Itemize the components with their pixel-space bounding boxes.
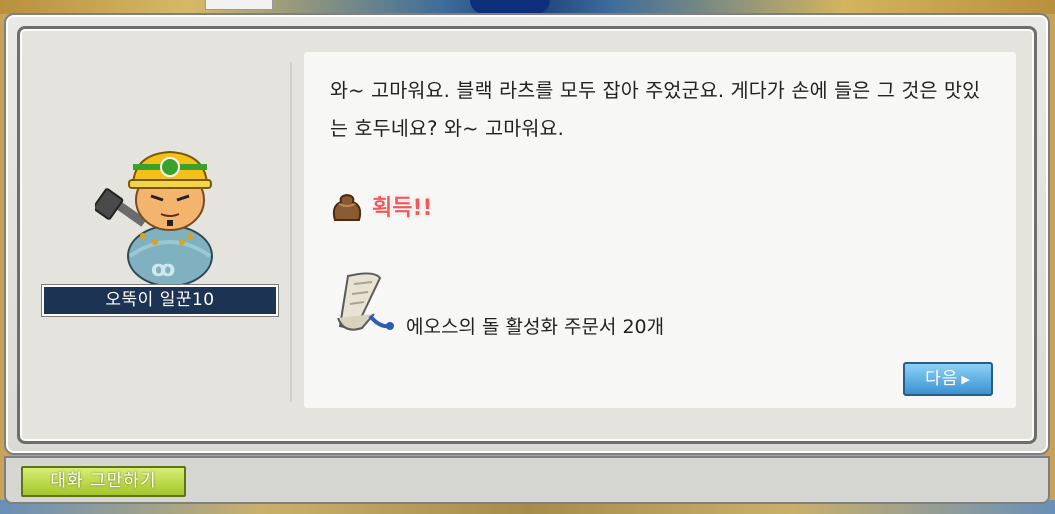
scroll-icon [337, 272, 394, 331]
panel-divider [290, 62, 292, 402]
game-background-sign [205, 0, 273, 10]
dialog-message: 와~ 고마워요. 블랙 라츠를 모두 잡아 주었군요. 게다가 손에 들은 그 … [330, 79, 981, 140]
svg-text:ꝏ: ꝏ [151, 257, 175, 282]
next-button[interactable]: 다음 ▶ [903, 362, 993, 396]
game-background-pipe [470, 0, 550, 14]
arrow-right-icon: ▶ [961, 373, 971, 386]
bag-icon [332, 193, 362, 221]
npc-name-plate: 오뚝이 일꾼10 [41, 284, 279, 317]
end-chat-button[interactable]: 대화 그만하기 [21, 466, 186, 497]
next-button-label: 다음 [925, 369, 959, 389]
reward-title: 획득!! [372, 196, 433, 221]
reward-item-name: 에오스의 돌 활성화 주문서 20개 [406, 316, 665, 338]
npc-sprite-icon: ꝏ [95, 150, 213, 287]
